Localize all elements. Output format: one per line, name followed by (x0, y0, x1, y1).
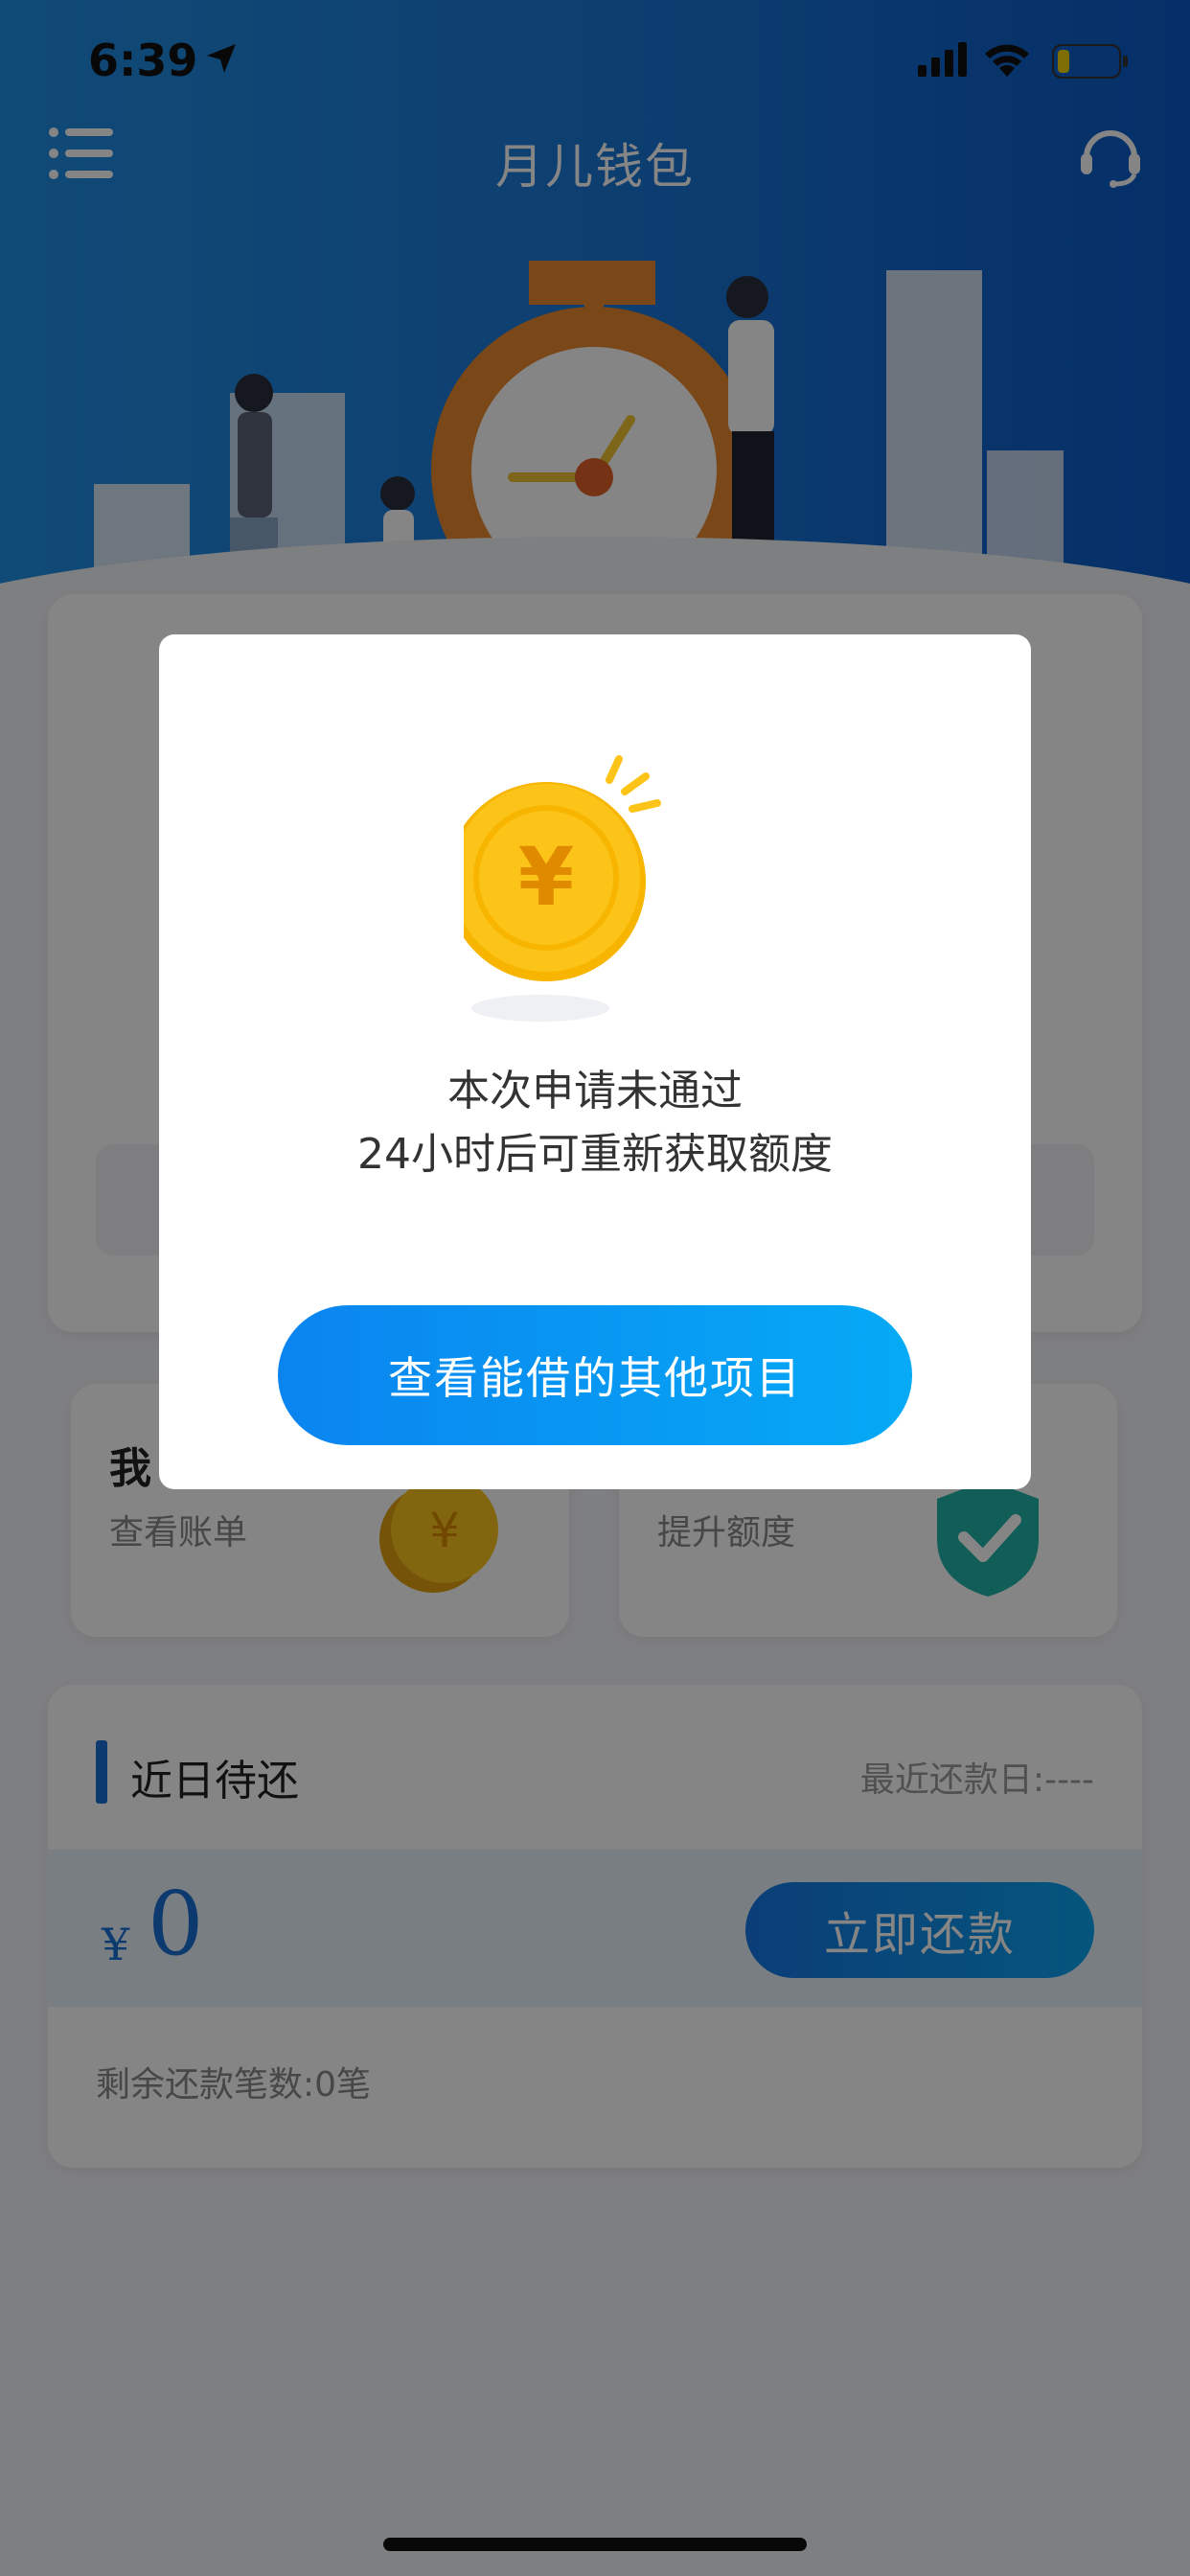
svg-text:¥: ¥ (518, 830, 574, 924)
gold-coin-yen-icon: ¥ (464, 755, 661, 1022)
application-result-dialog: ¥ 本次申请未通过 24小时后可重新获取额度 查看能借的其他项目 (159, 634, 1031, 1489)
view-other-projects-button[interactable]: 查看能借的其他项目 (278, 1305, 912, 1445)
dialog-message-line2: 24小时后可重新获取额度 (357, 1130, 833, 1179)
dialog-message-line1: 本次申请未通过 (447, 1067, 743, 1116)
